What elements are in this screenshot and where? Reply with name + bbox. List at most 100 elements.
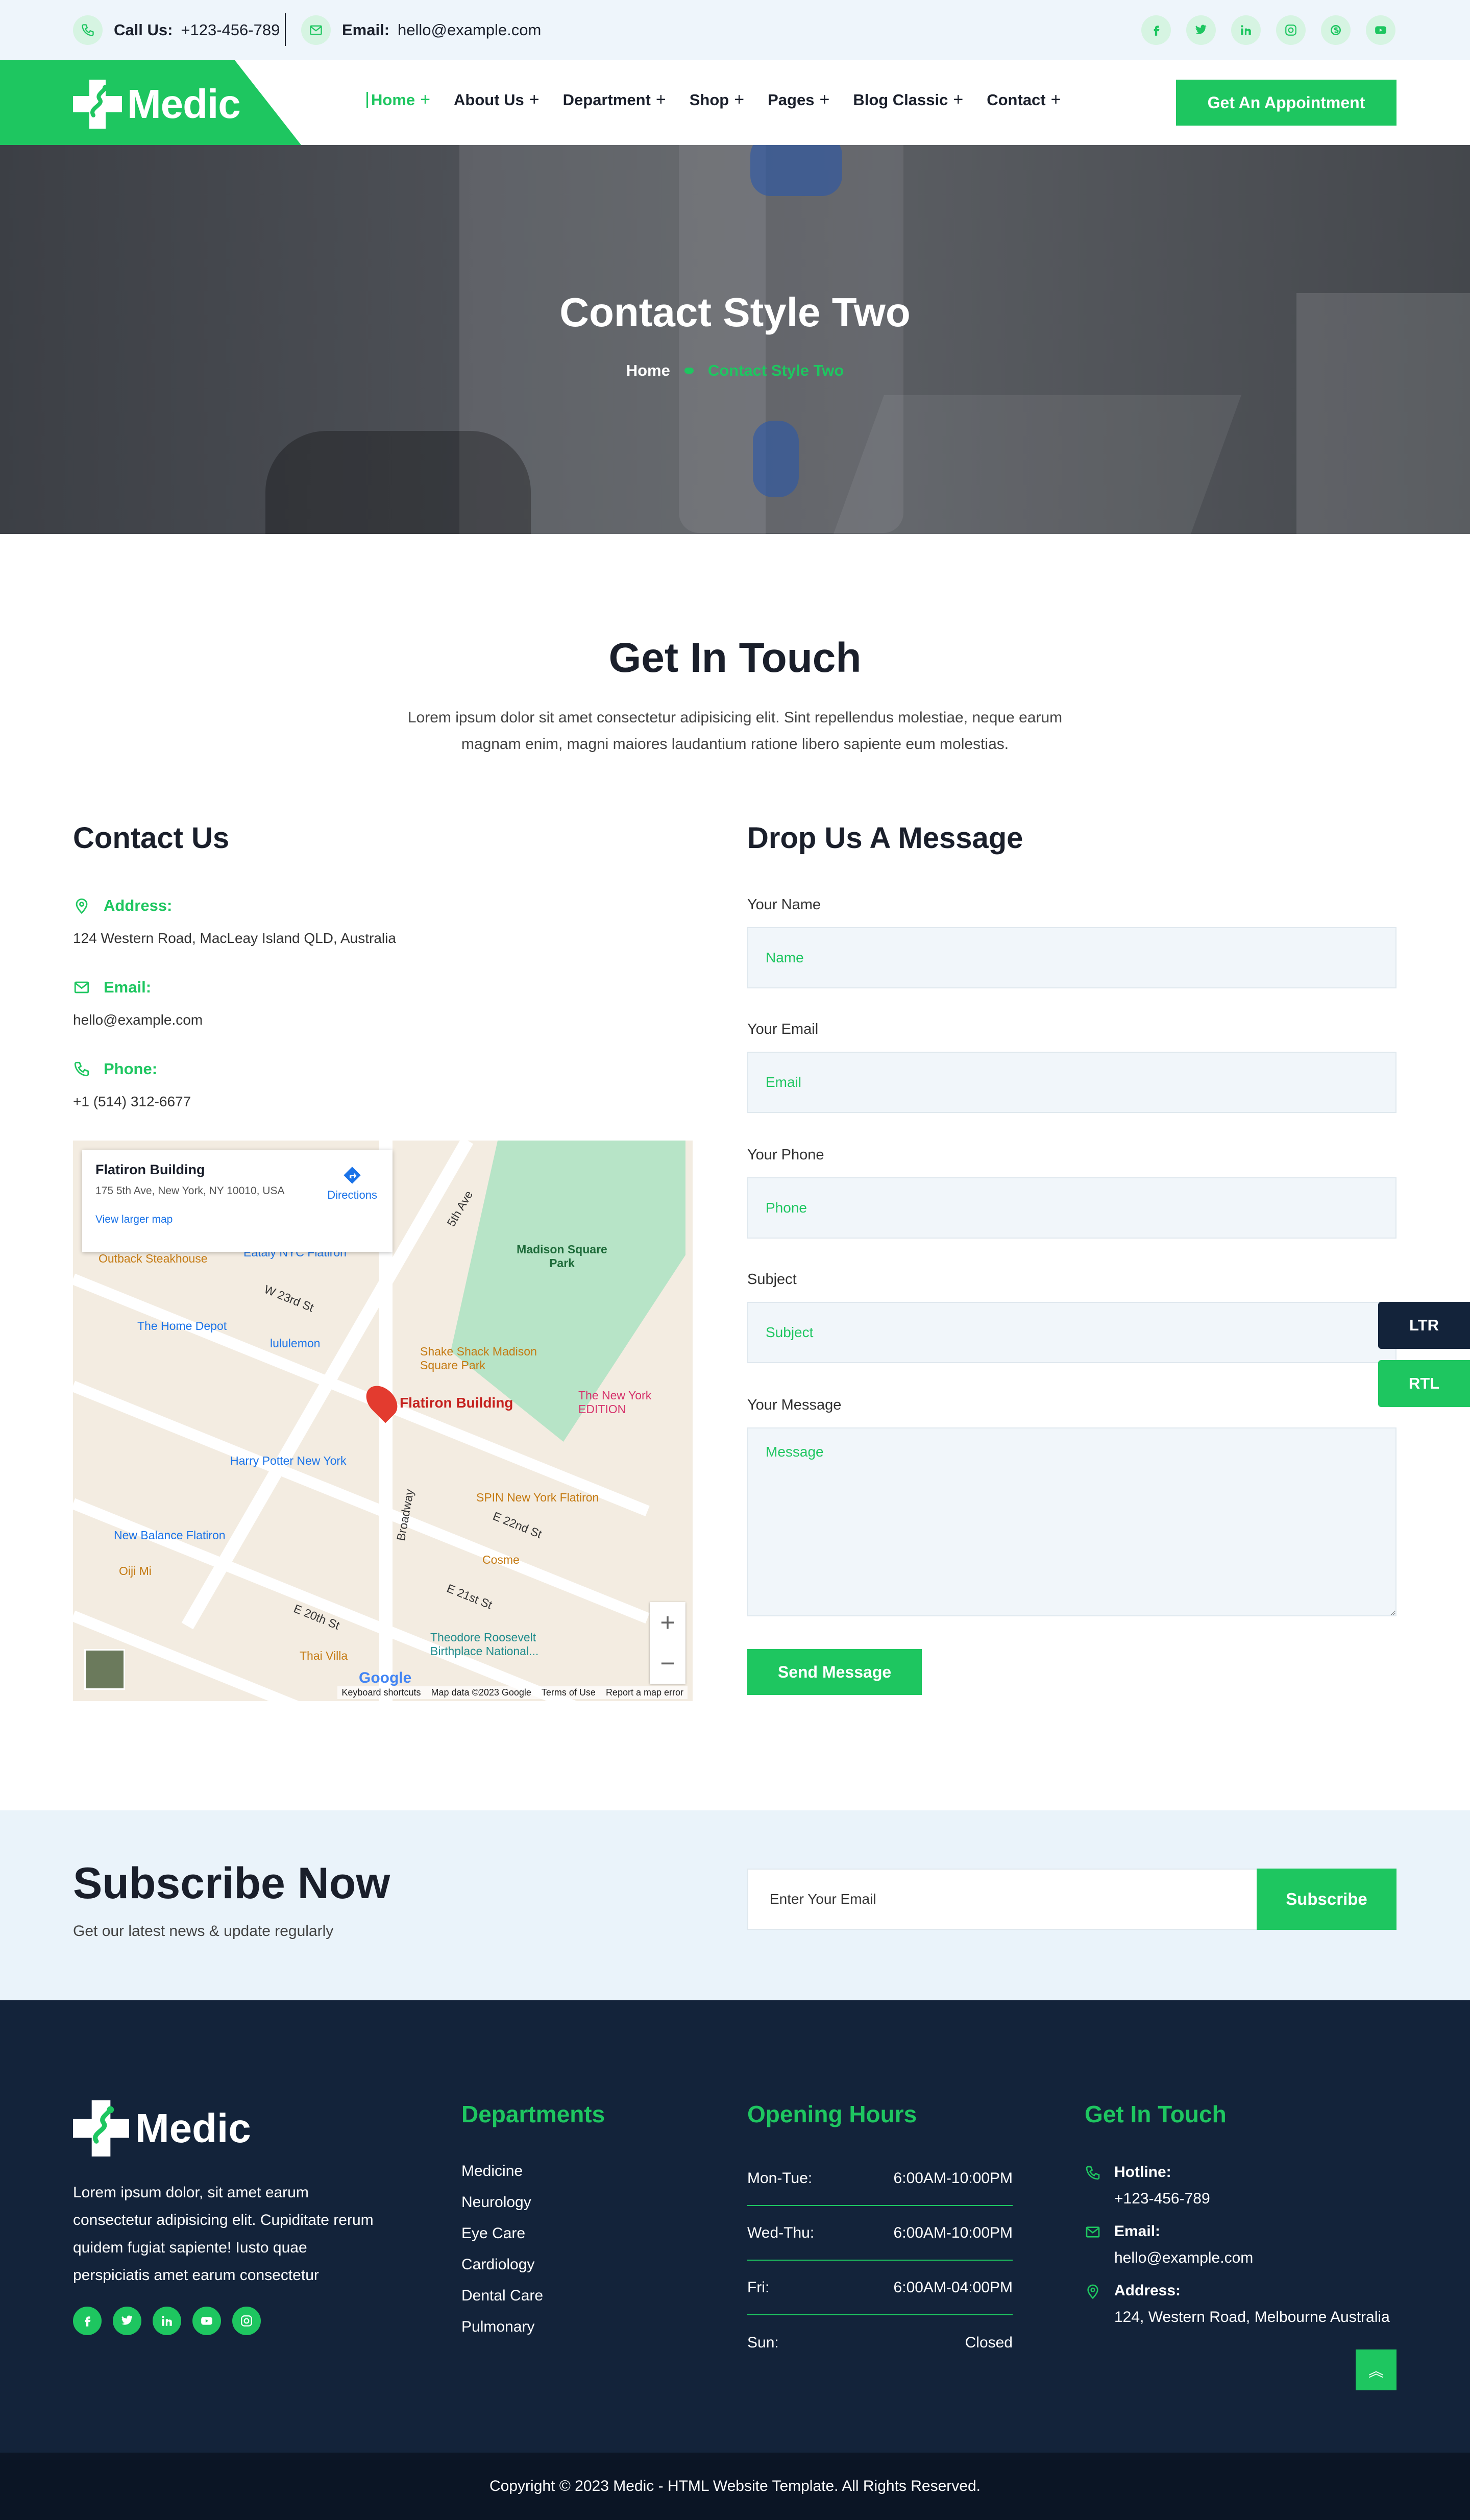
nav-item-contact[interactable]: Contact + xyxy=(987,90,1061,110)
subject-input[interactable] xyxy=(747,1302,1396,1363)
hours-row: Fri: 6:00AM-04:00PM xyxy=(747,2261,1013,2315)
nav-label: About Us xyxy=(454,90,524,109)
plus-icon: + xyxy=(953,90,964,109)
report-error-link[interactable]: Report a map error xyxy=(606,1687,683,1698)
view-larger-map-link[interactable]: View larger map xyxy=(95,1214,379,1226)
plus-icon: + xyxy=(819,90,830,109)
breadcrumb-home[interactable]: Home xyxy=(626,361,670,380)
plus-icon: + xyxy=(734,90,745,109)
footer-logo[interactable]: Medic xyxy=(73,2100,251,2156)
subscribe-email-input[interactable] xyxy=(747,1869,1258,1930)
send-message-button[interactable]: Send Message xyxy=(747,1649,922,1695)
department-link[interactable]: Dental Care xyxy=(461,2287,543,2318)
plus-icon: + xyxy=(1050,90,1061,109)
map-attribution: Keyboard shortcuts Map data ©2023 Google… xyxy=(337,1686,688,1699)
nav-label: Home xyxy=(371,90,415,109)
map-place-card: Flatiron Building 175 5th Ave, New York,… xyxy=(82,1150,393,1252)
skype-icon[interactable] xyxy=(1321,15,1351,45)
place-address: 175 5th Ave, New York, NY 10010, USA xyxy=(95,1185,285,1197)
hotline-value[interactable]: +123-456-789 xyxy=(1114,2190,1210,2207)
departments-title: Departments xyxy=(461,2101,605,2127)
keyboard-shortcuts-link[interactable]: Keyboard shortcuts xyxy=(341,1687,421,1698)
department-link[interactable]: Pulmonary xyxy=(461,2318,543,2349)
appointment-button[interactable]: Get An Appointment xyxy=(1176,80,1396,126)
address-value: 124 Western Road, MacLeay Island QLD, Au… xyxy=(73,930,396,946)
nav-item-department[interactable]: Department + xyxy=(563,90,666,110)
instagram-icon[interactable] xyxy=(1276,15,1306,45)
map-label: New Balance Flatiron xyxy=(114,1529,226,1542)
email-label: Your Email xyxy=(747,1021,819,1037)
email-label: Email: xyxy=(342,21,390,39)
phone-value[interactable]: +1 (514) 312-6677 xyxy=(73,1094,191,1110)
department-link[interactable]: Medicine xyxy=(461,2163,543,2194)
department-link[interactable]: Cardiology xyxy=(461,2256,543,2287)
linkedin-icon[interactable] xyxy=(153,2307,181,2335)
call-label: Call Us: xyxy=(114,21,173,39)
zoom-out-icon[interactable]: − xyxy=(660,1649,675,1678)
ltr-button[interactable]: LTR xyxy=(1378,1302,1470,1349)
message-textarea[interactable] xyxy=(747,1427,1396,1616)
divider xyxy=(285,13,286,46)
main-nav: Home + About Us + Department + Shop + Pages +… xyxy=(366,90,1061,110)
map-pin-label: Flatiron Building xyxy=(400,1395,513,1411)
satellite-toggle[interactable] xyxy=(84,1649,125,1690)
twitter-icon[interactable] xyxy=(113,2307,141,2335)
banner-photo-laptop xyxy=(821,395,1241,534)
address-label: Address: xyxy=(104,896,173,914)
map-label: Madison Square Park xyxy=(517,1243,607,1270)
email-value[interactable]: hello@example.com xyxy=(398,21,541,39)
contact-email: Email: hello@example.com xyxy=(73,978,203,1028)
subscribe-button[interactable]: Subscribe xyxy=(1257,1869,1396,1930)
footer-hotline: Hotline: +123-456-789 xyxy=(1085,2164,1210,2208)
department-link[interactable]: Neurology xyxy=(461,2194,543,2225)
map-pin-icon[interactable] xyxy=(360,1379,404,1423)
scroll-to-top-button[interactable]: ︽ xyxy=(1356,2349,1396,2390)
name-label: Your Name xyxy=(747,896,821,913)
nav-item-home[interactable]: Home + xyxy=(366,90,430,110)
mail-icon xyxy=(301,15,331,45)
email-input[interactable] xyxy=(747,1052,1396,1113)
copyright-bar: Copyright © 2023 Medic - HTML Website Te… xyxy=(0,2453,1470,2520)
name-input[interactable] xyxy=(747,927,1396,988)
breadcrumb-current: Contact Style Two xyxy=(707,361,844,379)
map-label: 5th Ave xyxy=(444,1188,476,1229)
twitter-icon[interactable] xyxy=(1186,15,1216,45)
phone-input[interactable] xyxy=(747,1177,1396,1239)
instagram-icon[interactable] xyxy=(232,2307,261,2335)
youtube-icon[interactable] xyxy=(1366,15,1395,45)
nav-item-about[interactable]: About Us + xyxy=(454,90,540,110)
nav-item-blog[interactable]: Blog Classic + xyxy=(853,90,963,110)
email-info[interactable]: Email: hello@example.com xyxy=(301,15,541,45)
facebook-icon[interactable] xyxy=(1141,15,1171,45)
google-map[interactable]: Madison Square Park Shake Shack Madison … xyxy=(73,1141,693,1701)
logo[interactable]: Medic xyxy=(73,80,241,129)
hours-row: Mon-Tue: 6:00AM-10:00PM xyxy=(747,2151,1013,2206)
map-label: Theodore Roosevelt Birthplace National..… xyxy=(430,1631,539,1658)
nav-label: Contact xyxy=(987,90,1046,109)
call-info[interactable]: Call Us: +123-456-789 xyxy=(73,15,280,45)
call-value[interactable]: +123-456-789 xyxy=(181,21,280,39)
map-label: Harry Potter New York xyxy=(230,1454,347,1467)
footer-email-value[interactable]: hello@example.com xyxy=(1114,2249,1253,2266)
mail-icon xyxy=(74,981,89,994)
banner-photo-glove xyxy=(750,145,842,196)
phone-label: Phone: xyxy=(104,1060,158,1078)
nav-item-shop[interactable]: Shop + xyxy=(690,90,744,110)
youtube-icon[interactable] xyxy=(192,2307,221,2335)
map-label: The New York EDITION xyxy=(578,1389,652,1416)
terms-link[interactable]: Terms of Use xyxy=(542,1687,596,1698)
nav-item-pages[interactable]: Pages + xyxy=(768,90,829,110)
directions-button[interactable]: Directions xyxy=(327,1165,377,1202)
hours-day: Fri: xyxy=(747,2279,770,2296)
form-title: Drop Us A Message xyxy=(747,821,1023,855)
department-link[interactable]: Eye Care xyxy=(461,2225,543,2256)
location-pin-icon xyxy=(1087,2284,1098,2299)
linkedin-icon[interactable] xyxy=(1231,15,1261,45)
email-value[interactable]: hello@example.com xyxy=(73,1012,203,1028)
breadcrumb-separator xyxy=(684,368,694,374)
rtl-button[interactable]: RTL xyxy=(1378,1360,1470,1407)
facebook-icon[interactable] xyxy=(73,2307,102,2335)
zoom-in-icon[interactable]: + xyxy=(660,1608,675,1637)
hours-day: Mon-Tue: xyxy=(747,2169,813,2187)
hours-row: Wed-Thu: 6:00AM-10:00PM xyxy=(747,2206,1013,2261)
